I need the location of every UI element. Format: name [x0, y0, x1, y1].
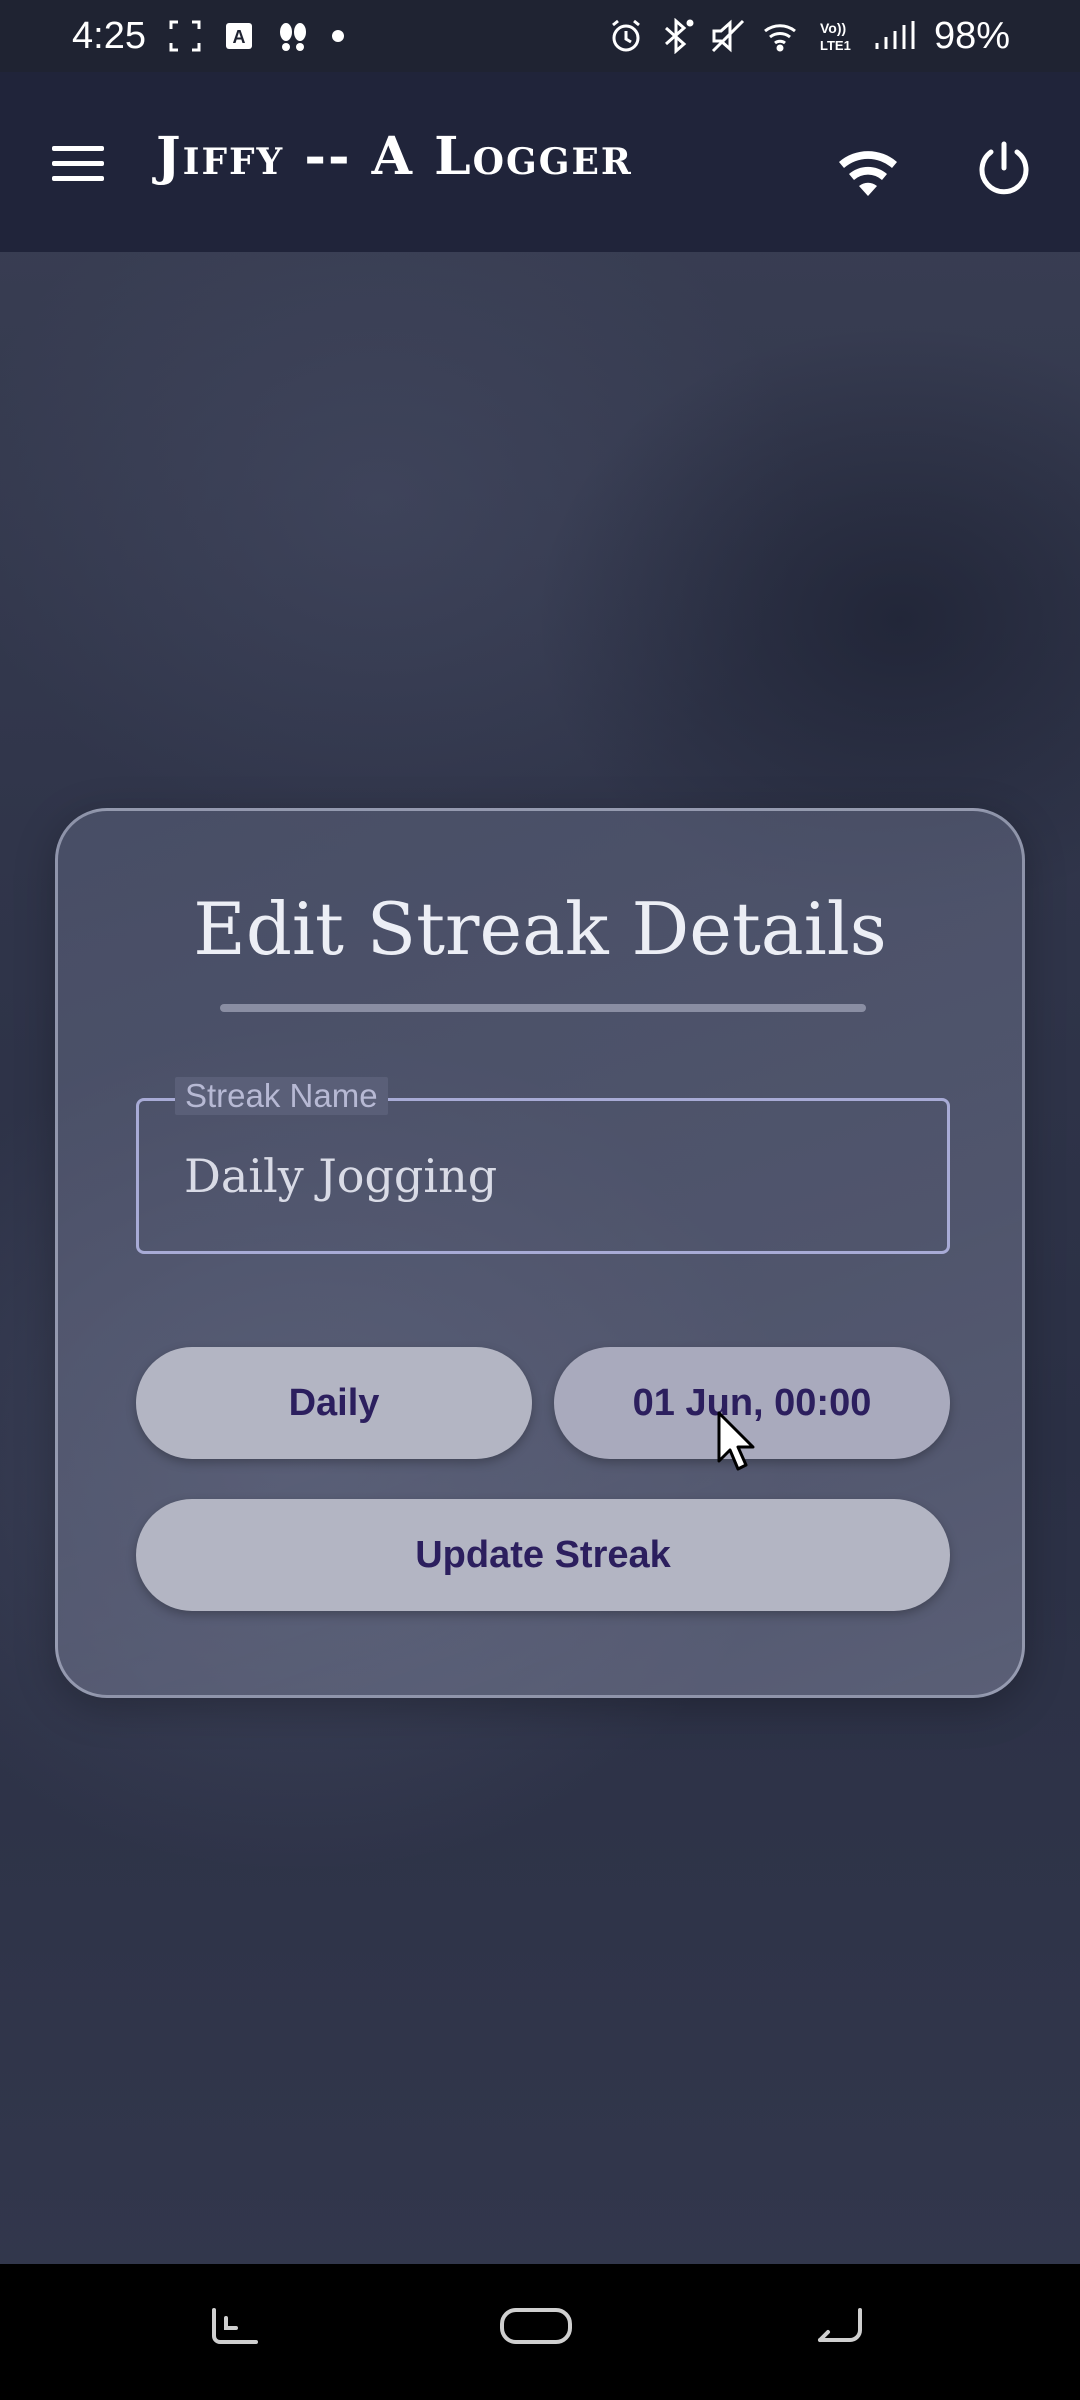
card-title: Edit Streak Details: [193, 887, 887, 971]
app-title: Jiffy -- A Logger: [156, 126, 633, 187]
recent-apps-icon: [212, 2308, 258, 2344]
svg-text:Vo)): Vo)): [820, 20, 846, 36]
title-divider: [220, 1004, 866, 1012]
mouse-cursor-icon: [716, 1410, 756, 1477]
mute-icon: [710, 18, 746, 54]
home-icon: [500, 2308, 572, 2344]
streak-name-field[interactable]: Streak Name Daily Jogging: [136, 1077, 950, 1254]
edit-streak-card: Edit Streak Details Streak Name Daily Jo…: [55, 808, 1025, 1698]
footsteps-icon: [276, 19, 310, 53]
volte-icon: Vo)) LTE1: [818, 18, 858, 54]
status-bar: 4:25 A Vo)) LTE1 98%: [0, 0, 1080, 72]
status-time: 4:25: [72, 14, 146, 57]
wifi-button[interactable]: [826, 130, 910, 214]
power-button[interactable]: [962, 128, 1046, 212]
navigation-bar: [0, 2264, 1080, 2400]
home-button[interactable]: [496, 2304, 576, 2348]
streak-name-value: Daily Jogging: [184, 1149, 498, 1203]
screen: 4:25 A Vo)) LTE1 98% Jiffy -- A Logger E…: [0, 0, 1080, 2400]
signal-icon: [874, 19, 918, 53]
battery-level: 98%: [933, 14, 1010, 57]
alarm-icon: [608, 18, 644, 54]
wifi-status-icon: [762, 19, 802, 53]
svg-text:LTE1: LTE1: [820, 38, 851, 53]
menu-icon: [52, 146, 104, 181]
app-bar: Jiffy -- A Logger: [0, 72, 1080, 252]
menu-button[interactable]: [36, 122, 120, 206]
screenshot-icon: [168, 19, 202, 53]
status-left: 4:25 A: [72, 15, 344, 58]
keyboard-a-icon: A: [224, 21, 254, 51]
dot-icon: [331, 30, 344, 42]
wifi-icon: [839, 151, 897, 196]
streak-name-label: Streak Name: [175, 1077, 388, 1115]
power-icon: [979, 141, 1029, 195]
svg-text:A: A: [232, 27, 245, 47]
frequency-button[interactable]: Daily: [136, 1347, 532, 1459]
status-right: Vo)) LTE1 98%: [608, 15, 1010, 58]
bluetooth-icon: [660, 18, 694, 54]
back-icon: [818, 2308, 862, 2342]
update-streak-button[interactable]: Update Streak: [136, 1499, 950, 1611]
recent-apps-button[interactable]: [206, 2304, 266, 2348]
back-button[interactable]: [812, 2304, 868, 2348]
